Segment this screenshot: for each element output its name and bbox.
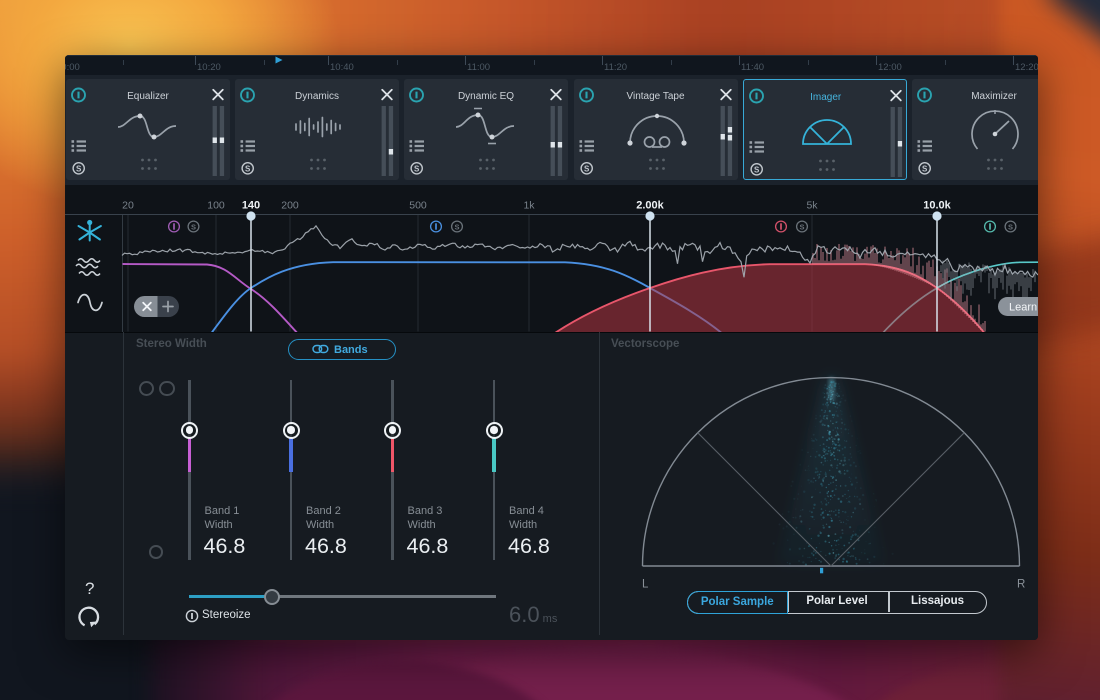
svg-text:S: S xyxy=(754,165,760,174)
svg-text:L: L xyxy=(642,579,649,591)
svg-text:R: R xyxy=(1017,579,1025,591)
svg-text:5k: 5k xyxy=(806,200,818,212)
svg-text:S: S xyxy=(245,164,251,173)
svg-text:Bands: Bands xyxy=(334,344,368,356)
svg-text:Learn: Learn xyxy=(1009,302,1037,314)
svg-text:S: S xyxy=(799,222,804,231)
svg-text:S: S xyxy=(1008,222,1013,231)
svg-text:1k: 1k xyxy=(523,200,535,212)
svg-text:S: S xyxy=(584,164,590,173)
svg-text:S: S xyxy=(922,164,928,173)
svg-text:10.0k: 10.0k xyxy=(923,200,951,212)
svg-text:500: 500 xyxy=(409,200,427,212)
svg-text:S: S xyxy=(414,164,420,173)
svg-text:S: S xyxy=(191,222,196,231)
svg-text:S: S xyxy=(454,222,459,231)
svg-text:20: 20 xyxy=(122,200,134,212)
svg-text:200: 200 xyxy=(281,200,299,212)
svg-text:140: 140 xyxy=(242,200,260,212)
svg-text:S: S xyxy=(76,164,82,173)
svg-text:2.00k: 2.00k xyxy=(636,200,664,212)
svg-text:100: 100 xyxy=(207,200,225,212)
